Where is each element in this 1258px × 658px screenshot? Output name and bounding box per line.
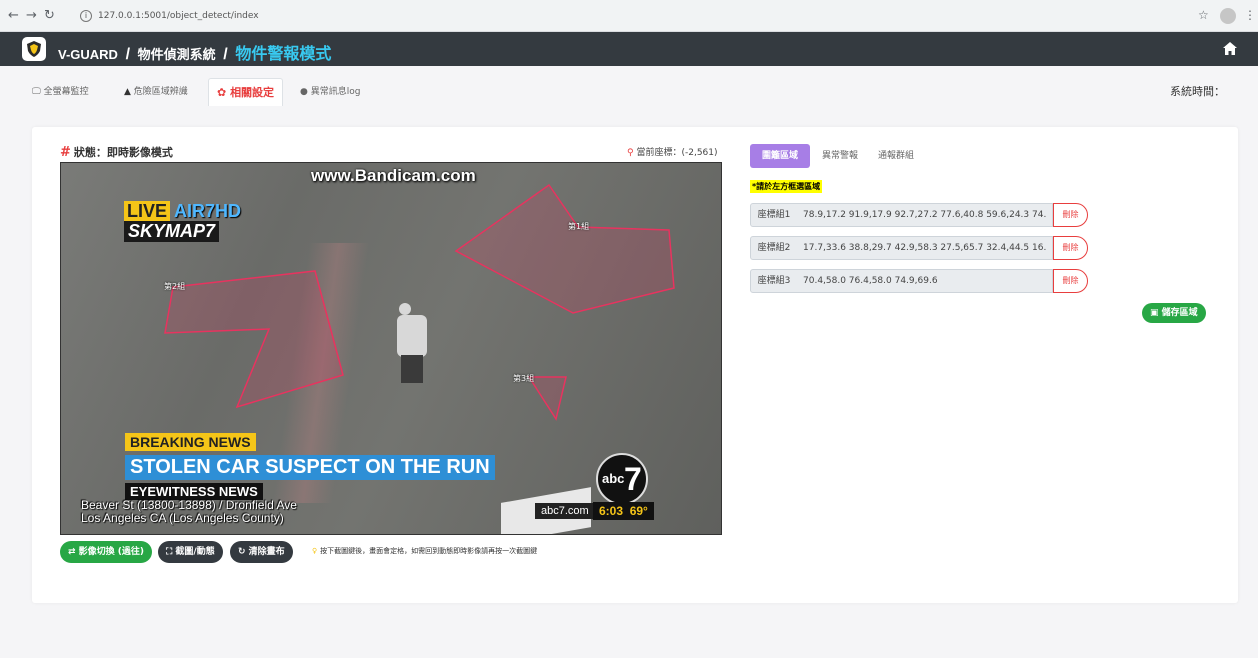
clear-canvas-button[interactable]: ↻ 清除畫布	[230, 541, 293, 563]
profile-avatar-icon[interactable]	[1220, 8, 1236, 24]
save-icon: ▣	[1150, 308, 1159, 318]
brand-name: V-GUARD	[58, 47, 118, 62]
lightbulb-icon: ♀	[312, 547, 318, 555]
hint-text: 按下截圖鍵後，畫面會定格，如需回到動態即時影像請再按一次截圖鍵	[320, 547, 538, 555]
coordinate-group-3: 座標組3 70.4,58.0 76.4,58.0 74.9,69.6 刪除	[750, 269, 1088, 293]
capture-hint: ♀ 按下截圖鍵後，畫面會定格，如需回到動態即時影像請再按一次截圖鍵	[312, 546, 537, 556]
instruction-note: *請於左方框選區域	[750, 180, 823, 193]
shield-logo-icon[interactable]	[22, 37, 46, 61]
save-area-button[interactable]: ▣ 儲存區域	[1142, 303, 1206, 323]
brand-separator: /	[125, 46, 131, 63]
time-temp-label: 6:03 69°	[593, 502, 654, 520]
location-caption: Beaver St (13800-13898) / Dronfield Ave …	[81, 499, 297, 525]
status-text: 狀態：即時影像模式	[73, 146, 173, 159]
region-polygon-1	[454, 183, 675, 314]
system-name: 物件偵測系統	[137, 47, 216, 62]
tab-settings[interactable]: ✿ 相關設定	[208, 78, 284, 106]
info-icon[interactable]: i	[80, 9, 92, 22]
hash-icon: #	[60, 145, 71, 160]
group-label: 座標組3	[750, 269, 798, 293]
abc-site-label: abc7.com	[535, 503, 595, 519]
switch-video-button[interactable]: ⇄ 影像切換 (過往)	[60, 541, 153, 563]
capture-button[interactable]: ⛶ 截圖/動態	[158, 541, 223, 563]
tab-anomaly-log[interactable]: ● 異常訊息log	[300, 80, 360, 104]
region-label-1: 第1組	[568, 222, 590, 231]
monitor-icon: 🖵	[32, 87, 41, 97]
brand-separator: /	[223, 46, 228, 63]
region-label-2: 第2組	[164, 282, 186, 291]
coordinate-value: (-2,561)	[681, 148, 718, 158]
browser-toolbar: ← → ↻ i 127.0.0.1:5001/object_detect/inde…	[0, 0, 1258, 32]
address-bar[interactable]: i 127.0.0.1:5001/object_detect/index	[80, 7, 259, 25]
tab-label: 相關設定	[230, 86, 275, 99]
system-time-label: 系統時間：	[1170, 85, 1225, 98]
group-coordinates-input[interactable]: 17.7,33.6 38.8,29.7 42.9,58.3 27.5,65.7 …	[797, 236, 1053, 260]
home-icon[interactable]	[1223, 42, 1237, 55]
group-coordinates-input[interactable]: 70.4,58.0 76.4,58.0 74.9,69.6	[797, 269, 1053, 293]
live-label: LIVE	[124, 201, 171, 221]
tab-label: 全螢幕監控	[43, 87, 89, 97]
back-icon[interactable]: ←	[8, 8, 19, 24]
current-coordinate: ⚲ 當前座標：(-2,561)	[627, 145, 718, 158]
tab-notify-group[interactable]: 通報群組	[878, 144, 914, 168]
tab-label: 異常訊息log	[310, 87, 361, 97]
forward-icon[interactable]: →	[26, 8, 37, 24]
gear-icon: ✿	[217, 86, 227, 99]
chat-icon: ●	[300, 87, 308, 97]
group-coordinates-input[interactable]: 78.9,17.2 91.9,17.9 92.7,27.2 77.6,40.8 …	[797, 203, 1053, 227]
seven-text: 7	[624, 461, 642, 497]
live-badge: LIVE AIR7HD	[124, 201, 241, 222]
location-line-2: Los Angeles CA (Los Angeles County)	[81, 511, 284, 525]
coordinate-label: 當前座標：	[636, 148, 682, 158]
region-label-3: 第3組	[513, 374, 535, 383]
map-pin-icon: ⚲	[627, 148, 634, 158]
delete-button[interactable]: 刪除	[1053, 203, 1088, 227]
more-icon[interactable]: ⋮	[1244, 8, 1256, 22]
tab-danger-zone[interactable]: ▲ 危險區域辨識	[124, 80, 188, 104]
headline-banner: STOLEN CAR SUSPECT ON THE RUN	[125, 455, 495, 480]
reload-icon[interactable]: ↻	[44, 8, 55, 24]
region-polygon-3	[527, 376, 567, 421]
url-text: 127.0.0.1:5001/object_detect/index	[98, 11, 259, 21]
delete-button[interactable]: 刪除	[1053, 236, 1088, 260]
temp-text: 69°	[629, 504, 648, 518]
person-body	[397, 315, 427, 357]
status-heading: # 狀態：即時影像模式	[60, 144, 173, 160]
group-label: 座標組2	[750, 236, 798, 260]
mode-name: 物件警報模式	[235, 46, 332, 63]
abc-text: abc	[602, 471, 625, 486]
coordinate-group-2: 座標組2 17.7,33.6 38.8,29.7 42.9,58.3 27.5,…	[750, 236, 1088, 260]
group-label: 座標組1	[750, 203, 798, 227]
tab-anomaly-alert[interactable]: 異常警報	[822, 144, 858, 168]
save-label: 儲存區域	[1161, 308, 1198, 318]
brand-title[interactable]: V-GUARD / 物件偵測系統 / 物件警報模式	[58, 40, 331, 64]
app-navbar: V-GUARD / 物件偵測系統 / 物件警報模式	[0, 32, 1258, 66]
tab-fullscreen-monitor[interactable]: 🖵 全螢幕監控	[32, 80, 89, 104]
tab-label: 危險區域辨識	[133, 87, 188, 97]
time-text: 6:03	[599, 504, 624, 518]
abc7-logo: abc 7	[596, 453, 648, 505]
warning-icon: ▲	[124, 87, 131, 97]
tab-fence-area[interactable]: 圍籬區域	[750, 144, 811, 168]
region-polygon-2	[164, 270, 344, 409]
delete-button[interactable]: 刪除	[1053, 269, 1088, 293]
main-card: # 狀態：即時影像模式 ⚲ 當前座標：(-2,561) www.Bandicam.…	[32, 127, 1238, 603]
skymap-label: SKYMAP7	[124, 221, 220, 242]
video-canvas[interactable]: www.Bandicam.com LIVE AIR7HD SKYMAP7 第1組 …	[60, 162, 722, 535]
person-head	[399, 303, 411, 315]
watermark: www.Bandicam.com	[311, 166, 476, 185]
channel-label: AIR7HD	[174, 201, 242, 221]
star-icon[interactable]: ☆	[1198, 8, 1209, 22]
person-legs	[401, 355, 423, 383]
breaking-news-banner: BREAKING NEWS	[125, 433, 256, 451]
coordinate-group-1: 座標組1 78.9,17.2 91.9,17.9 92.7,27.2 77.6,…	[750, 203, 1088, 227]
